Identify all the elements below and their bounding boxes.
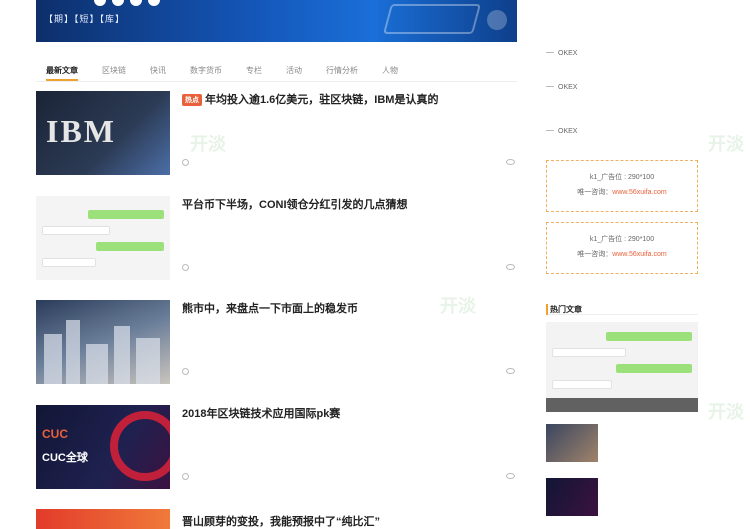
article-thumbnail[interactable] [36, 196, 170, 280]
tab-flash-news[interactable]: 快讯 [150, 58, 166, 81]
ad-slot[interactable]: k1_广告位 : 290*100 唯一咨询：www.56xuifa.com [546, 160, 698, 212]
news-source: OKEX [558, 128, 578, 135]
article-thumbnail[interactable]: CUC CUC全球 [36, 405, 170, 489]
article-title[interactable]: 平台币下半场，CONI领仓分红引发的几点猜想 [182, 196, 408, 212]
ibm-logo: IBM [46, 113, 116, 149]
article-title[interactable]: 2018年区块链技术应用国际pk赛 [182, 405, 340, 421]
eye-icon [506, 473, 515, 479]
tab-digital-currency[interactable]: 数字货币 [190, 58, 222, 81]
ad-size-label: k1_广告位 : 290*100 [589, 174, 655, 181]
tab-blockchain[interactable]: 区块链 [102, 58, 126, 81]
article-meta [182, 159, 192, 167]
article-item[interactable]: IBM 热点 年均投入逾1.6亿美元，驻区块链，IBM是认真的 [36, 91, 517, 175]
banner-graphic [382, 4, 482, 34]
article-item[interactable]: 晋山顾芽的变投，我能预报中了“纯比汇” [36, 509, 517, 529]
clock-icon [182, 368, 189, 375]
article-item[interactable]: 熊市中，来盘点一下市面上的稳发币 [36, 300, 517, 384]
article-title[interactable]: 热点 年均投入逾1.6亿美元，驻区块链，IBM是认真的 [182, 91, 438, 107]
sidebar-news-item[interactable]: OKEX [546, 120, 698, 140]
banner-graphic-dot [487, 10, 507, 30]
eye-icon [506, 264, 515, 270]
hot-feature-caption [546, 398, 698, 412]
tab-events[interactable]: 活动 [286, 58, 302, 81]
cuc-logo: CUC [42, 427, 68, 441]
top-banner[interactable]: 【期】【短】【库】 [36, 0, 517, 42]
watermark: 开淡 [708, 134, 744, 154]
ad-contact: 唯一咨询：www.56xuifa.com [577, 251, 667, 258]
article-views [506, 159, 517, 167]
hot-article-item[interactable] [546, 478, 698, 518]
article-title[interactable]: 晋山顾芽的变投，我能预报中了“纯比汇” [182, 513, 380, 529]
tab-latest[interactable]: 最新文章 [46, 58, 78, 81]
hot-article-item[interactable] [546, 424, 698, 464]
news-source: OKEX [558, 84, 578, 91]
news-source: OKEX [558, 50, 578, 57]
ad-url-link[interactable]: www.56xuifa.com [612, 189, 666, 196]
watermark: 开淡 [708, 402, 744, 422]
sidebar-news-item[interactable]: OKEX [546, 76, 698, 96]
clock-icon [182, 473, 189, 480]
article-meta [182, 473, 192, 481]
hot-badge: 热点 [182, 94, 202, 106]
hot-articles-heading: 热门文章 [546, 299, 698, 315]
article-meta [182, 368, 192, 376]
article-item[interactable]: CUC CUC全球 2018年区块链技术应用国际pk赛 [36, 405, 517, 489]
article-item[interactable]: 平台币下半场，CONI领仓分红引发的几点猜想 [36, 196, 517, 280]
banner-tags: 【期】【短】【库】 [44, 14, 126, 24]
ring-graphic [110, 411, 170, 481]
ad-contact: 唯一咨询：www.56xuifa.com [577, 189, 667, 196]
hot-thumbnail[interactable] [546, 424, 598, 462]
thumb-headline: CUC全球 [42, 452, 88, 464]
tab-column[interactable]: 专栏 [246, 58, 262, 81]
article-views [506, 368, 517, 376]
eye-icon [506, 368, 515, 374]
hot-feature-thumbnail[interactable] [546, 322, 698, 412]
article-views [506, 264, 517, 272]
hot-thumbnail[interactable] [546, 478, 598, 516]
article-thumbnail[interactable]: IBM [36, 91, 170, 175]
article-thumbnail[interactable] [36, 509, 170, 529]
tab-market-analysis[interactable]: 行情分析 [326, 58, 358, 81]
sidebar-news-item[interactable] [546, 8, 698, 10]
ad-size-label: k1_广告位 : 290*100 [589, 236, 655, 243]
category-tabs: 最新文章 区块链 快讯 数字货币 专栏 活动 行情分析 人物 [36, 58, 517, 82]
ad-url-link[interactable]: www.56xuifa.com [612, 251, 666, 258]
article-views [506, 473, 517, 481]
article-title[interactable]: 熊市中，来盘点一下市面上的稳发币 [182, 300, 358, 316]
article-meta [182, 264, 192, 272]
tab-people[interactable]: 人物 [382, 58, 398, 81]
clock-icon [182, 159, 189, 166]
article-title-text: 年均投入逾1.6亿美元，驻区块链，IBM是认真的 [205, 94, 439, 106]
ad-slot[interactable]: k1_广告位 : 290*100 唯一咨询：www.56xuifa.com [546, 222, 698, 274]
article-thumbnail[interactable] [36, 300, 170, 384]
clock-icon [182, 264, 189, 271]
sidebar-news-item[interactable]: OKEX [546, 42, 698, 62]
eye-icon [506, 159, 515, 165]
